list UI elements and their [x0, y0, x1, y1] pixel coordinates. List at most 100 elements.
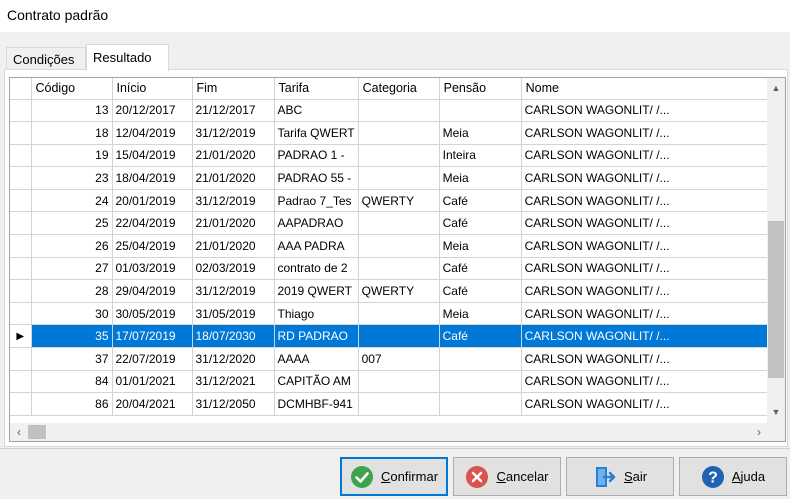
cell-inicio[interactable]: 30/05/2019 [112, 302, 193, 326]
column-header-pensao[interactable]: Pensão [439, 78, 522, 100]
cell-codigo[interactable]: 84 [31, 370, 113, 394]
cell-fim[interactable]: 21/01/2020 [192, 166, 275, 190]
cell-fim[interactable]: 21/12/2017 [192, 99, 275, 123]
cell-nome[interactable]: CARLSON WAGONLIT/ /... [521, 370, 771, 394]
exit-button[interactable]: Sair [566, 457, 674, 496]
row-indicator[interactable] [10, 144, 32, 168]
table-row[interactable]: 18 12/04/2019 31/12/2019 Tarifa QWERT Meia CA… [10, 121, 771, 145]
row-indicator[interactable] [10, 211, 32, 236]
scroll-up-icon[interactable]: ▲ [767, 80, 785, 97]
cell-inicio[interactable]: 22/04/2019 [112, 211, 193, 236]
cell-tarifa[interactable]: CAPITÃO AM [274, 370, 359, 394]
cell-fim[interactable]: 18/07/2030 [192, 324, 275, 349]
cell-fim[interactable]: 31/05/2019 [192, 302, 275, 326]
cell-fim[interactable]: 31/12/2050 [192, 392, 275, 416]
cell-categoria[interactable] [358, 166, 440, 190]
row-indicator[interactable] [10, 189, 32, 213]
cell-nome[interactable]: CARLSON WAGONLIT/ /... [521, 189, 771, 213]
scroll-left-icon[interactable]: ‹ [10, 423, 28, 441]
cell-nome[interactable]: CARLSON WAGONLIT/ /... [521, 99, 771, 123]
table-row[interactable]: 27 01/03/2019 02/03/2019 contrato de 2 Café C… [10, 257, 771, 281]
cell-pensao[interactable]: Meia [439, 302, 522, 326]
cell-nome[interactable]: CARLSON WAGONLIT/ /... [521, 234, 771, 258]
cell-inicio[interactable]: 01/03/2019 [112, 257, 193, 281]
cell-inicio[interactable]: 12/04/2019 [112, 121, 193, 145]
cell-codigo[interactable]: 30 [31, 302, 113, 326]
column-header-tarifa[interactable]: Tarifa [274, 78, 359, 100]
cell-categoria[interactable] [358, 121, 440, 145]
cell-categoria[interactable] [358, 324, 440, 349]
cell-fim[interactable]: 21/01/2020 [192, 211, 275, 236]
cell-pensao[interactable]: Café [439, 211, 522, 236]
cell-nome[interactable]: CARLSON WAGONLIT/ /... [521, 279, 771, 303]
tab-condicoes[interactable]: Condições [6, 47, 86, 70]
table-row[interactable]: 37 22/07/2019 31/12/2020 AAAA 007 CARLSON WAG… [10, 347, 771, 371]
cell-codigo[interactable]: 35 [31, 324, 113, 349]
column-header-fim[interactable]: Fim [192, 78, 275, 100]
row-indicator[interactable] [10, 392, 32, 416]
cell-tarifa[interactable]: AAPADRAO [274, 211, 359, 236]
cell-pensao[interactable]: Meia [439, 234, 522, 258]
cell-pensao[interactable]: Meia [439, 166, 522, 190]
row-indicator[interactable] [10, 166, 32, 190]
current-row-indicator-icon[interactable]: ▶ [10, 324, 32, 349]
cell-codigo[interactable]: 25 [31, 211, 113, 236]
cell-nome[interactable]: CARLSON WAGONLIT/ /... [521, 324, 771, 349]
cell-categoria[interactable] [358, 99, 440, 123]
scroll-right-icon[interactable]: › [750, 423, 768, 441]
column-header-inicio[interactable]: Início [112, 78, 193, 100]
cell-pensao[interactable]: Café [439, 324, 522, 349]
cell-inicio[interactable]: 29/04/2019 [112, 279, 193, 303]
cell-nome[interactable]: CARLSON WAGONLIT/ /... [521, 347, 771, 371]
cell-nome[interactable]: CARLSON WAGONLIT/ /... [521, 121, 771, 145]
cell-nome[interactable]: CARLSON WAGONLIT/ /... [521, 166, 771, 190]
horizontal-scrollbar[interactable]: ‹ › [10, 423, 768, 441]
cell-pensao[interactable] [439, 370, 522, 394]
cell-tarifa[interactable]: AAAA [274, 347, 359, 371]
cell-inicio[interactable]: 20/04/2021 [112, 392, 193, 416]
confirm-button[interactable]: Confirmar [340, 457, 448, 496]
column-header-codigo[interactable]: Código [31, 78, 113, 100]
cell-tarifa[interactable]: ABC [274, 99, 359, 123]
cell-fim[interactable]: 31/12/2019 [192, 189, 275, 213]
cell-fim[interactable]: 31/12/2020 [192, 347, 275, 371]
vertical-scroll-thumb[interactable] [768, 221, 784, 378]
help-button[interactable]: ? Ajuda [679, 457, 787, 496]
cell-pensao[interactable] [439, 99, 522, 123]
cell-codigo[interactable]: 23 [31, 166, 113, 190]
row-indicator[interactable] [10, 279, 32, 303]
cell-pensao[interactable]: Inteira [439, 144, 522, 168]
cell-categoria[interactable] [358, 234, 440, 258]
table-row[interactable]: 25 22/04/2019 21/01/2020 AAPADRAO Café CARLS… [10, 211, 771, 236]
cell-inicio[interactable]: 25/04/2019 [112, 234, 193, 258]
cell-fim[interactable]: 31/12/2021 [192, 370, 275, 394]
cell-fim[interactable]: 31/12/2019 [192, 121, 275, 145]
cell-inicio[interactable]: 18/04/2019 [112, 166, 193, 190]
table-row[interactable]: 23 18/04/2019 21/01/2020 PADRAO 55 - Meia CAR… [10, 166, 771, 190]
cell-fim[interactable]: 02/03/2019 [192, 257, 275, 281]
cell-codigo[interactable]: 24 [31, 189, 113, 213]
row-indicator[interactable] [10, 370, 32, 394]
vertical-scrollbar[interactable]: ▲ ▼ [767, 78, 785, 423]
cell-inicio[interactable]: 01/01/2021 [112, 370, 193, 394]
cell-categoria[interactable]: QWERTY [358, 279, 440, 303]
cell-nome[interactable]: CARLSON WAGONLIT/ /... [521, 302, 771, 326]
cell-fim[interactable]: 21/01/2020 [192, 234, 275, 258]
cancel-button[interactable]: Cancelar [453, 457, 561, 496]
cell-codigo[interactable]: 37 [31, 347, 113, 371]
cell-categoria[interactable] [358, 370, 440, 394]
cell-categoria[interactable] [358, 144, 440, 168]
column-header-categoria[interactable]: Categoria [358, 78, 440, 100]
cell-inicio[interactable]: 20/12/2017 [112, 99, 193, 123]
cell-categoria[interactable] [358, 257, 440, 281]
cell-inicio[interactable]: 22/07/2019 [112, 347, 193, 371]
results-grid[interactable]: Código Início Fim Tarifa Categoria Pensã… [9, 77, 786, 442]
cell-tarifa[interactable]: AAA PADRA [274, 234, 359, 258]
cell-pensao[interactable]: Café [439, 189, 522, 213]
cell-pensao[interactable]: Café [439, 257, 522, 281]
cell-tarifa[interactable]: 2019 QWERT [274, 279, 359, 303]
row-indicator[interactable] [10, 234, 32, 258]
row-indicator[interactable] [10, 347, 32, 371]
row-indicator[interactable] [10, 302, 32, 326]
cell-codigo[interactable]: 26 [31, 234, 113, 258]
